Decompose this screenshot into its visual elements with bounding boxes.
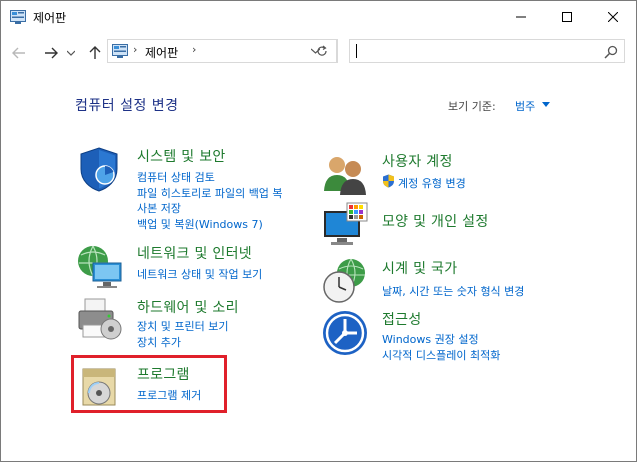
category-title[interactable]: 접근성 bbox=[382, 309, 422, 329]
category-title[interactable]: 시계 및 국가 bbox=[382, 258, 457, 278]
breadcrumb-separator[interactable]: › bbox=[133, 43, 137, 56]
shield-icon[interactable] bbox=[75, 145, 123, 193]
users-icon[interactable] bbox=[321, 151, 369, 199]
minimize-icon bbox=[516, 16, 526, 18]
category-title[interactable]: 모양 및 개인 설정 bbox=[382, 211, 489, 231]
arrow-right-icon bbox=[45, 47, 58, 59]
link-optimize-visual-display[interactable]: 시각적 디스플레이 최적화 bbox=[382, 347, 500, 363]
control-panel-icon bbox=[112, 44, 128, 58]
refresh-icon bbox=[316, 45, 327, 56]
category-title[interactable]: 하드웨어 및 소리 bbox=[137, 297, 239, 317]
link-backup-restore[interactable]: 백업 및 복원(Windows 7) bbox=[137, 216, 263, 232]
breadcrumb-control-panel[interactable]: 제어판 bbox=[145, 44, 178, 61]
window-title: 제어판 bbox=[33, 11, 67, 25]
minimize-button[interactable] bbox=[498, 1, 544, 33]
control-panel-app-icon bbox=[10, 10, 26, 24]
maximize-button[interactable] bbox=[544, 1, 590, 33]
link-windows-recommended-settings[interactable]: Windows 권장 설정 bbox=[382, 331, 479, 347]
view-by-label: 보기 기준: bbox=[448, 100, 496, 113]
page-title: 컴퓨터 설정 변경 bbox=[75, 98, 179, 114]
category-title[interactable]: 사용자 계정 bbox=[382, 151, 453, 171]
link-date-time-number-format[interactable]: 날짜, 시간 또는 숫자 형식 변경 bbox=[382, 283, 524, 299]
arrow-up-icon bbox=[89, 46, 101, 59]
up-button[interactable] bbox=[85, 43, 105, 63]
refresh-button[interactable] bbox=[307, 39, 337, 63]
link-file-history-backup[interactable]: 파일 히스토리로 파일의 백업 복 bbox=[137, 185, 283, 201]
link-file-history-backup-cont[interactable]: 사본 저장 bbox=[137, 200, 181, 216]
search-input[interactable] bbox=[349, 39, 625, 63]
link-add-device[interactable]: 장치 추가 bbox=[137, 334, 181, 350]
view-by-dropdown[interactable]: 범주 bbox=[515, 98, 535, 114]
link-change-account-type[interactable]: 계정 유형 변경 bbox=[398, 175, 466, 191]
back-button[interactable] bbox=[9, 43, 29, 63]
search-icon[interactable] bbox=[604, 45, 618, 59]
chevron-down-icon bbox=[67, 50, 75, 56]
chevron-down-icon[interactable] bbox=[542, 102, 550, 107]
clock-globe-icon[interactable] bbox=[321, 257, 369, 305]
monitor-palette-icon[interactable] bbox=[321, 201, 369, 249]
close-button[interactable] bbox=[590, 1, 636, 33]
category-title[interactable]: 시스템 및 보안 bbox=[137, 146, 226, 166]
link-network-status[interactable]: 네트워크 상태 및 작업 보기 bbox=[137, 266, 262, 282]
arrow-left-icon bbox=[12, 47, 25, 59]
accessibility-icon[interactable] bbox=[321, 309, 369, 357]
forward-button[interactable] bbox=[41, 43, 61, 63]
printer-icon[interactable] bbox=[75, 295, 123, 343]
category-title[interactable]: 네트워크 및 인터넷 bbox=[137, 243, 252, 263]
link-devices-printers[interactable]: 장치 및 프린터 보기 bbox=[137, 318, 228, 334]
navigation-bar: › 제어판 › bbox=[1, 33, 636, 73]
breadcrumb-separator[interactable]: › bbox=[192, 43, 196, 56]
link-check-computer-status[interactable]: 컴퓨터 상태 검토 bbox=[137, 169, 215, 185]
title-bar: 제어판 bbox=[1, 1, 636, 33]
network-globe-icon[interactable] bbox=[75, 241, 123, 289]
uac-shield-icon bbox=[383, 174, 394, 188]
recent-locations-button[interactable] bbox=[64, 43, 78, 63]
control-panel-window: 제어판 › 제어판 › 컴퓨터 설정 변경 보기 기준: 범주 시스템 및 보안… bbox=[0, 0, 637, 462]
highlight-box bbox=[71, 355, 227, 413]
close-icon bbox=[608, 12, 618, 22]
address-bar[interactable]: › 제어판 › bbox=[107, 39, 338, 63]
maximize-icon bbox=[562, 12, 572, 22]
main-content: 컴퓨터 설정 변경 보기 기준: 범주 시스템 및 보안 컴퓨터 상태 검토 파… bbox=[1, 73, 636, 461]
text-caret bbox=[356, 44, 357, 58]
